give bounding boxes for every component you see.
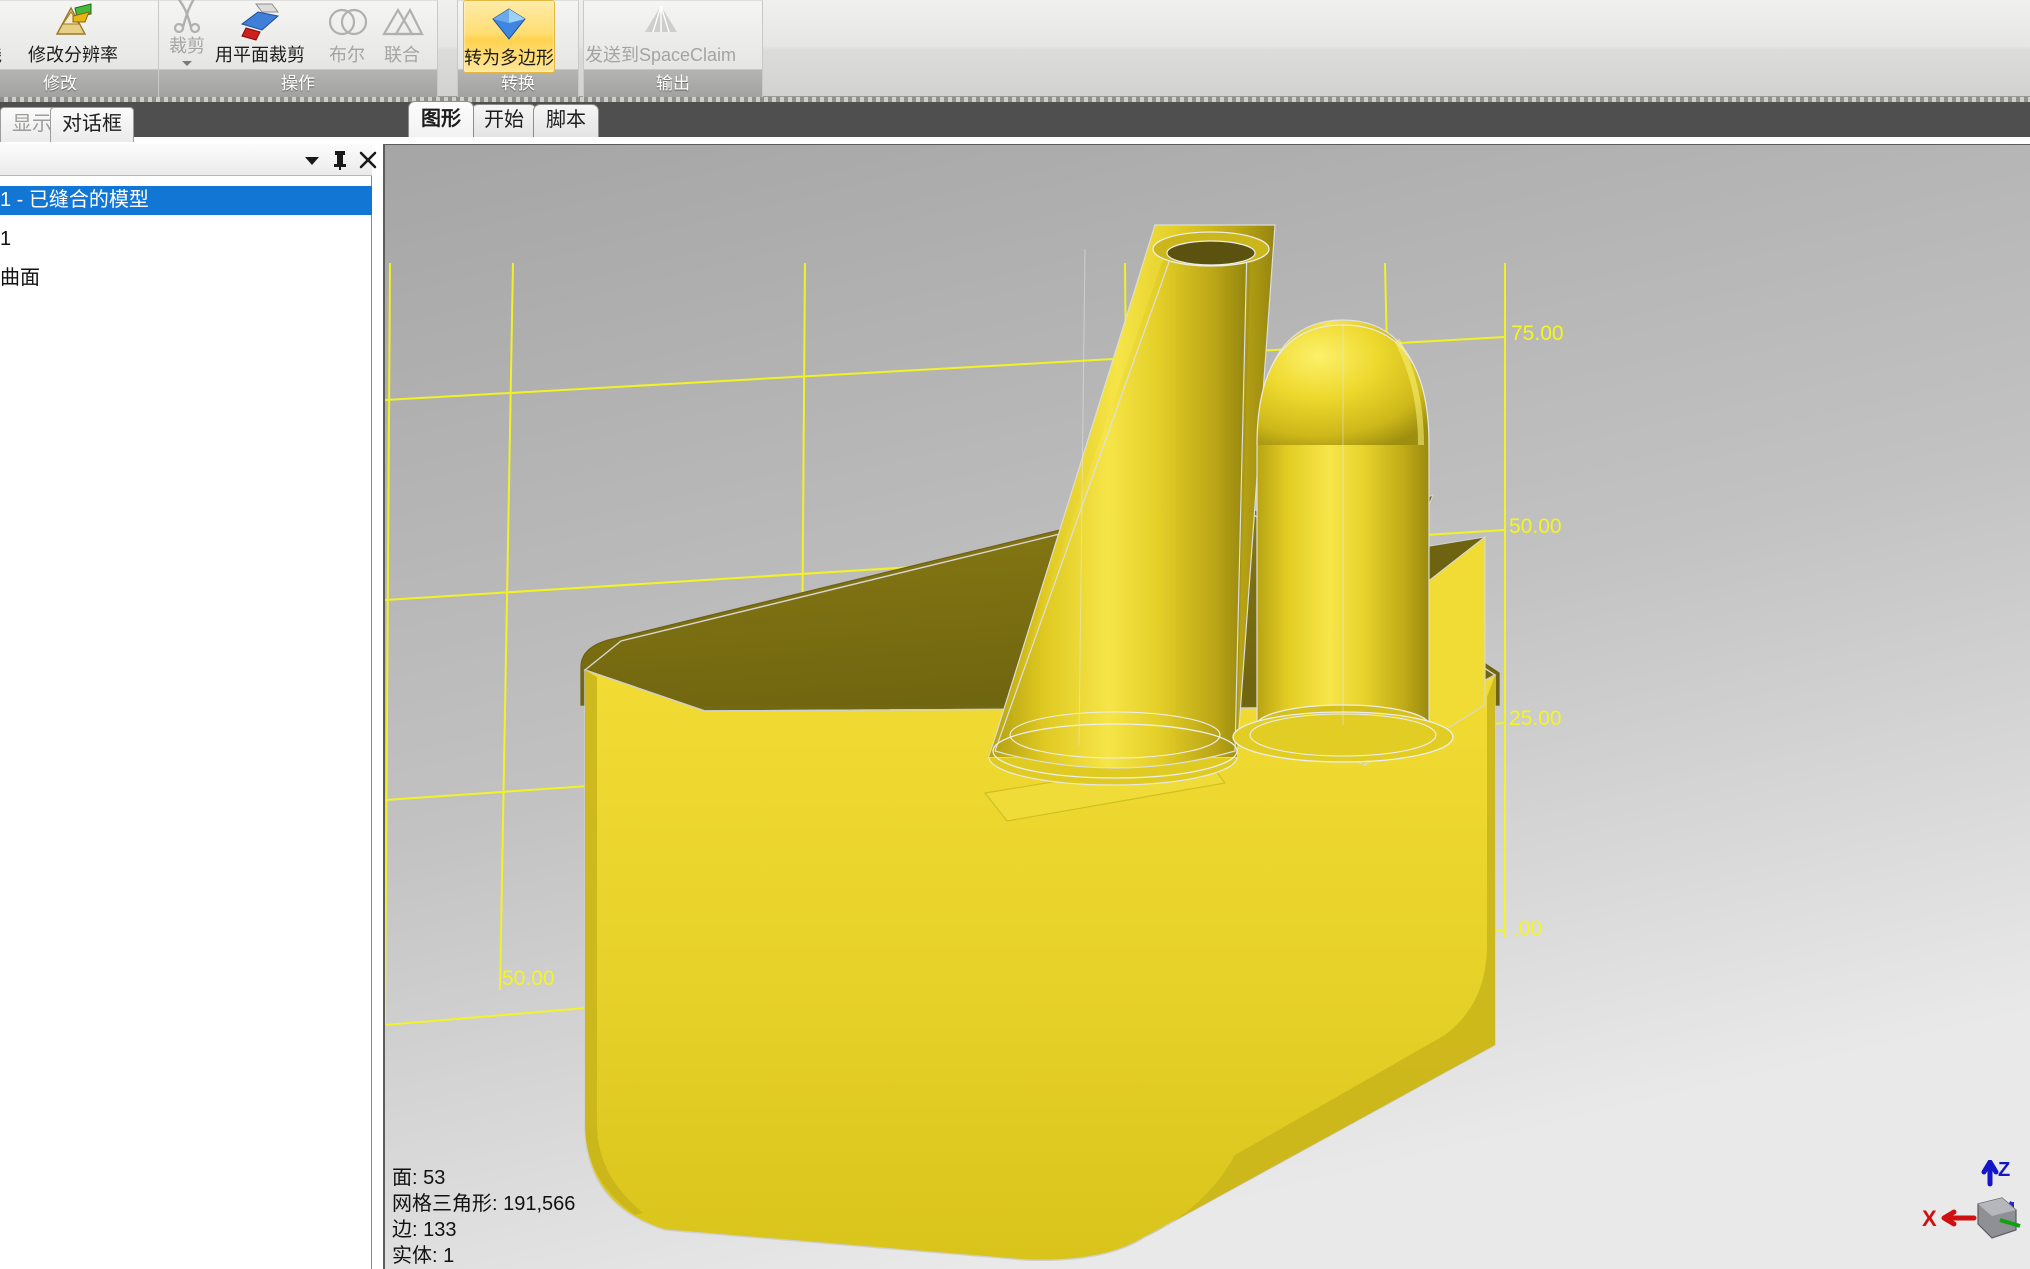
ribbon-group-label: 修改 <box>0 69 179 97</box>
triad-z-label: Z <box>1998 1160 2010 1181</box>
ribbon-button-label: 发送到SpaceClaim <box>585 45 737 65</box>
tree-item-1[interactable]: 1 <box>0 225 372 254</box>
spaceclaim-icon <box>639 2 683 42</box>
ribbon-button-send-to-spaceclaim[interactable]: 发送到SpaceClaim <box>585 0 736 69</box>
close-icon[interactable] <box>356 148 380 172</box>
resolution-icon <box>51 2 95 42</box>
ribbon-button-label: 用平面裁剪 <box>215 45 305 65</box>
ribbon-button-modify-resolution[interactable]: 修改分辨率 <box>28 0 118 69</box>
to-polygon-icon <box>487 5 531 45</box>
chevron-down-icon[interactable] <box>300 148 324 172</box>
ribbon-button-label: 转为多边形 <box>464 48 554 68</box>
pin-icon[interactable] <box>328 148 352 172</box>
ribbon-group-label: 输出 <box>584 69 762 97</box>
axis-label: 50.00 <box>1509 515 1562 538</box>
ribbon-button-trim[interactable]: 裁剪 <box>165 0 209 69</box>
ribbon-button-merge[interactable]: 联合 <box>380 0 424 69</box>
ribbon-button-label: …法线 <box>0 44 2 66</box>
triad-x-label: X <box>1922 1206 1937 1231</box>
ribbon-button-label: 裁剪 <box>169 36 205 56</box>
axis-label: 50.00 <box>502 967 555 990</box>
stat-triangles: 网格三角形: 191,566 <box>392 1193 576 1215</box>
boolean-icon <box>325 2 369 42</box>
stat-solids: 实体: 1 <box>392 1245 455 1267</box>
stat-edges: 边: 133 <box>392 1219 457 1241</box>
model-statistics: 面: 53 网格三角形: 191,566 边: 133 实体: 1 <box>392 1165 992 1269</box>
tree-item-stitched-model[interactable]: 1 - 已缝合的模型 <box>0 186 372 215</box>
axis-label: .00 <box>1513 917 1542 940</box>
ribbon-group-label: 操作 <box>159 69 437 97</box>
tree-panel-header <box>0 144 377 176</box>
ribbon-button-convert-to-polygon[interactable]: 转为多边形 <box>463 0 555 73</box>
axis-triad[interactable]: Z X <box>1916 1160 2026 1265</box>
axis-label: 75.00 <box>1511 322 1564 345</box>
ribbon-button-boolean[interactable]: 布尔 <box>325 0 369 69</box>
tab-strip: 显示 对话框 图形 开始 脚本 <box>0 97 2030 142</box>
tab-graphics[interactable]: 图形 <box>408 101 474 137</box>
tab-script[interactable]: 脚本 <box>533 104 599 137</box>
tab-start[interactable]: 开始 <box>471 104 537 137</box>
ribbon-button-flip-normals[interactable]: …法线 <box>0 0 2 69</box>
ribbon-button-trim-with-plane[interactable]: 用平面裁剪 <box>215 0 305 69</box>
ribbon-toolbar: 修改 操作 转换 输出 …法线 修改分辨率 <box>0 0 2030 97</box>
ribbon-button-label: 联合 <box>384 45 420 65</box>
chevron-down-icon[interactable] <box>182 61 192 66</box>
ribbon-button-label: 布尔 <box>329 45 365 65</box>
tree-item-surface[interactable]: 曲面 <box>0 264 372 293</box>
ribbon-button-label: 修改分辨率 <box>28 45 118 65</box>
graphics-viewport[interactable]: 75.00 50.00 25.00 .00 50.00 面: 53 网格三角形:… <box>383 144 2030 1269</box>
axis-label: 25.00 <box>1509 707 1562 730</box>
stat-faces: 面: 53 <box>392 1167 446 1189</box>
trim-icon <box>165 0 209 34</box>
ribbon-group-label: 转换 <box>458 69 578 97</box>
model-dome-cylinder <box>1232 319 1454 763</box>
trim-plane-icon <box>238 2 282 42</box>
model-tree-panel: 1 - 已缝合的模型 1 曲面 <box>0 144 377 1269</box>
left-tab-dialog[interactable]: 对话框 <box>50 107 134 142</box>
model-render-canvas[interactable]: 75.00 50.00 25.00 .00 50.00 <box>385 145 2030 1269</box>
merge-icon <box>380 2 424 42</box>
